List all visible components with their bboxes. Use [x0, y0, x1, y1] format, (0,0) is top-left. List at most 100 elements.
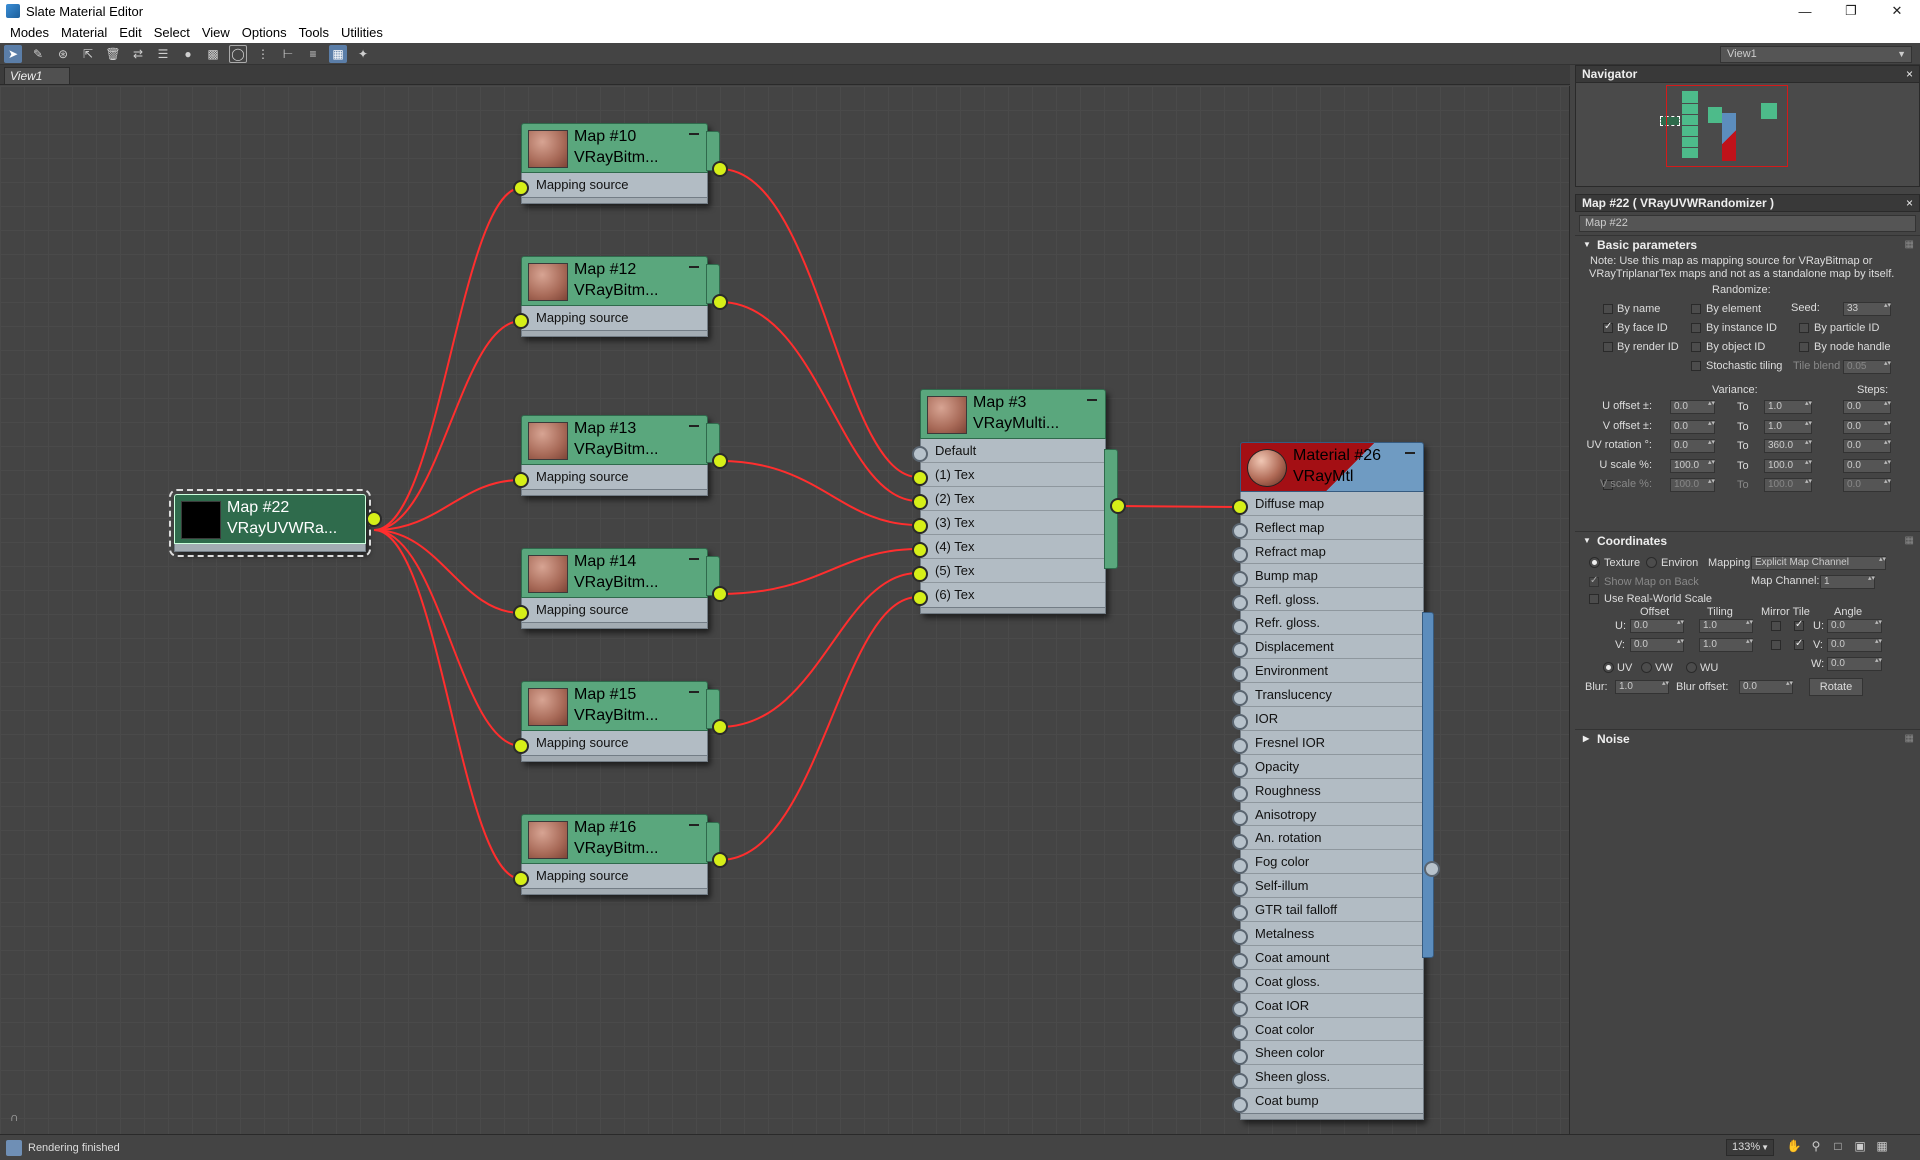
- map3-input-2-socket[interactable]: [912, 494, 928, 510]
- material26-slot[interactable]: Translucency: [1241, 683, 1423, 708]
- show-map-icon[interactable]: ●: [179, 45, 197, 63]
- u-tile-checkbox[interactable]: [1794, 619, 1804, 631]
- map14-slot-mapping-source[interactable]: Mapping source: [522, 598, 707, 622]
- material26-input-socket[interactable]: [1232, 857, 1248, 874]
- material26-input-socket[interactable]: [1232, 809, 1248, 826]
- material26-slot[interactable]: Metalness: [1241, 922, 1423, 946]
- map10-input-socket[interactable]: [513, 180, 529, 196]
- by-particle-id-checkbox[interactable]: [1799, 323, 1809, 333]
- map22-output-socket[interactable]: [366, 511, 382, 527]
- variance-steps-spinner[interactable]: 0.0: [1843, 478, 1891, 492]
- put-material-icon[interactable]: ⊛: [54, 45, 72, 63]
- variance-to-spinner[interactable]: 360.0: [1764, 439, 1812, 453]
- minimize-icon[interactable]: [689, 425, 699, 427]
- variance-value-spinner[interactable]: 100.0: [1670, 478, 1715, 492]
- variance-value-spinner[interactable]: 0.0: [1670, 439, 1715, 453]
- view-select[interactable]: View1 ▼: [1720, 46, 1912, 63]
- show-map-on-back-checkbox[interactable]: [1589, 575, 1599, 587]
- material26-input-socket[interactable]: [1232, 977, 1248, 993]
- map10-output-socket[interactable]: [712, 161, 728, 177]
- stochastic-tiling-checkbox[interactable]: [1691, 361, 1701, 371]
- zoom-region-icon[interactable]: □: [1830, 1139, 1846, 1155]
- zoom-extents-selected-icon[interactable]: ▦: [1874, 1139, 1890, 1155]
- variance-to-spinner[interactable]: 1.0: [1764, 400, 1812, 414]
- menu-select[interactable]: Select: [148, 25, 196, 40]
- minimize-icon[interactable]: [689, 558, 699, 560]
- material26-slot[interactable]: Refl. gloss.: [1241, 588, 1423, 612]
- variance-to-spinner[interactable]: 1.0: [1764, 419, 1812, 434]
- map14-output-socket[interactable]: [712, 586, 728, 602]
- material26-slot[interactable]: Self-illum: [1241, 874, 1423, 899]
- delete-icon[interactable]: 🗑: [104, 45, 122, 63]
- real-world-scale-checkbox[interactable]: [1589, 594, 1599, 604]
- menu-view[interactable]: View: [196, 25, 236, 40]
- u-mirror-checkbox[interactable]: [1771, 621, 1781, 631]
- blur-offset-spinner[interactable]: 0.0: [1739, 680, 1793, 694]
- map15-slot-mapping-source[interactable]: Mapping source: [522, 731, 707, 755]
- material26-input-socket[interactable]: [1232, 833, 1248, 850]
- material26-input-socket[interactable]: [1232, 1000, 1248, 1017]
- material26-input-socket[interactable]: [1232, 1096, 1248, 1113]
- map3-slot-4[interactable]: (4) Tex: [921, 535, 1105, 559]
- by-node-handle-checkbox[interactable]: [1799, 342, 1809, 352]
- material26-input-socket[interactable]: [1232, 522, 1248, 539]
- zoom-icon[interactable]: ⚲: [1808, 1139, 1824, 1155]
- blur-spinner[interactable]: 1.0: [1615, 680, 1669, 694]
- map3-input-5-socket[interactable]: [912, 566, 928, 582]
- map3-slot-default[interactable]: Default: [921, 439, 1105, 463]
- material26-output-socket[interactable]: [1424, 861, 1440, 877]
- assign-material-icon[interactable]: ⇱: [79, 45, 97, 63]
- map12-output-socket[interactable]: [712, 294, 728, 310]
- node-map14[interactable]: Map #14 VRayBitm... Mapping source: [513, 548, 728, 629]
- material26-slot[interactable]: Sheen color: [1241, 1041, 1423, 1066]
- move-children-icon[interactable]: ⇄: [129, 45, 147, 63]
- uv-radio[interactable]: [1603, 662, 1614, 673]
- close-icon[interactable]: ×: [1906, 66, 1913, 82]
- rollout-coordinates[interactable]: ▼ Coordinates ▦: [1575, 531, 1920, 549]
- material26-input-socket[interactable]: [1232, 570, 1248, 587]
- material26-input-socket[interactable]: [1232, 714, 1248, 731]
- map16-output-socket[interactable]: [712, 852, 728, 868]
- material26-slot[interactable]: Coat color: [1241, 1018, 1423, 1042]
- by-instance-id-checkbox[interactable]: [1691, 323, 1701, 333]
- variance-steps-spinner[interactable]: 0.0: [1843, 458, 1891, 473]
- minimize-icon[interactable]: [1087, 399, 1097, 401]
- close-icon[interactable]: ×: [1906, 195, 1913, 211]
- minimize-icon[interactable]: [689, 266, 699, 268]
- map13-output-socket[interactable]: [712, 453, 728, 469]
- map3-output-socket[interactable]: [1110, 498, 1126, 514]
- v-tiling-spinner[interactable]: 1.0: [1699, 638, 1753, 652]
- map16-slot-mapping-source[interactable]: Mapping source: [522, 864, 707, 888]
- pan-icon[interactable]: ✋: [1786, 1139, 1802, 1155]
- v-offset-spinner[interactable]: 0.0: [1630, 638, 1684, 652]
- maximize-button[interactable]: ❐: [1828, 0, 1874, 22]
- material26-input-socket[interactable]: [1232, 761, 1248, 778]
- minimize-icon[interactable]: [1405, 452, 1415, 454]
- u-angle-spinner[interactable]: 0.0: [1827, 619, 1882, 633]
- mapping-dropdown[interactable]: Explicit Map Channel: [1751, 556, 1886, 570]
- node-canvas[interactable]: Map #22 VRayUVWRa... Map #10 VRayBitm... …: [0, 86, 1570, 1134]
- material26-slot[interactable]: An. rotation: [1241, 826, 1423, 851]
- menu-options[interactable]: Options: [236, 25, 293, 40]
- material26-slot[interactable]: Fog color: [1241, 850, 1423, 875]
- material26-input-socket[interactable]: [1232, 953, 1248, 970]
- minimize-icon[interactable]: [689, 691, 699, 693]
- material26-slot[interactable]: Coat amount: [1241, 946, 1423, 970]
- v-angle-spinner[interactable]: 0.0: [1827, 638, 1882, 652]
- v-tile-checkbox[interactable]: [1794, 638, 1804, 650]
- map16-input-socket[interactable]: [513, 871, 529, 887]
- navigator-viewport-frame[interactable]: [1666, 85, 1788, 167]
- material26-slot[interactable]: Roughness: [1241, 779, 1423, 803]
- select-by-material-icon[interactable]: ✦: [354, 45, 372, 63]
- wu-radio[interactable]: [1686, 662, 1697, 673]
- parameter-editor-icon[interactable]: ▦: [329, 44, 347, 63]
- map3-input-6-socket[interactable]: [912, 590, 928, 606]
- lock-icon[interactable]: ∩: [10, 1110, 24, 1124]
- material26-slot[interactable]: Coat gloss.: [1241, 970, 1423, 994]
- map3-input-1-socket[interactable]: [912, 470, 928, 486]
- u-tiling-spinner[interactable]: 1.0: [1699, 619, 1753, 633]
- material26-input-socket[interactable]: [1232, 1048, 1248, 1065]
- map3-slot-3[interactable]: (3) Tex: [921, 511, 1105, 535]
- by-element-checkbox[interactable]: [1691, 304, 1701, 314]
- menu-modes[interactable]: Modes: [4, 25, 55, 40]
